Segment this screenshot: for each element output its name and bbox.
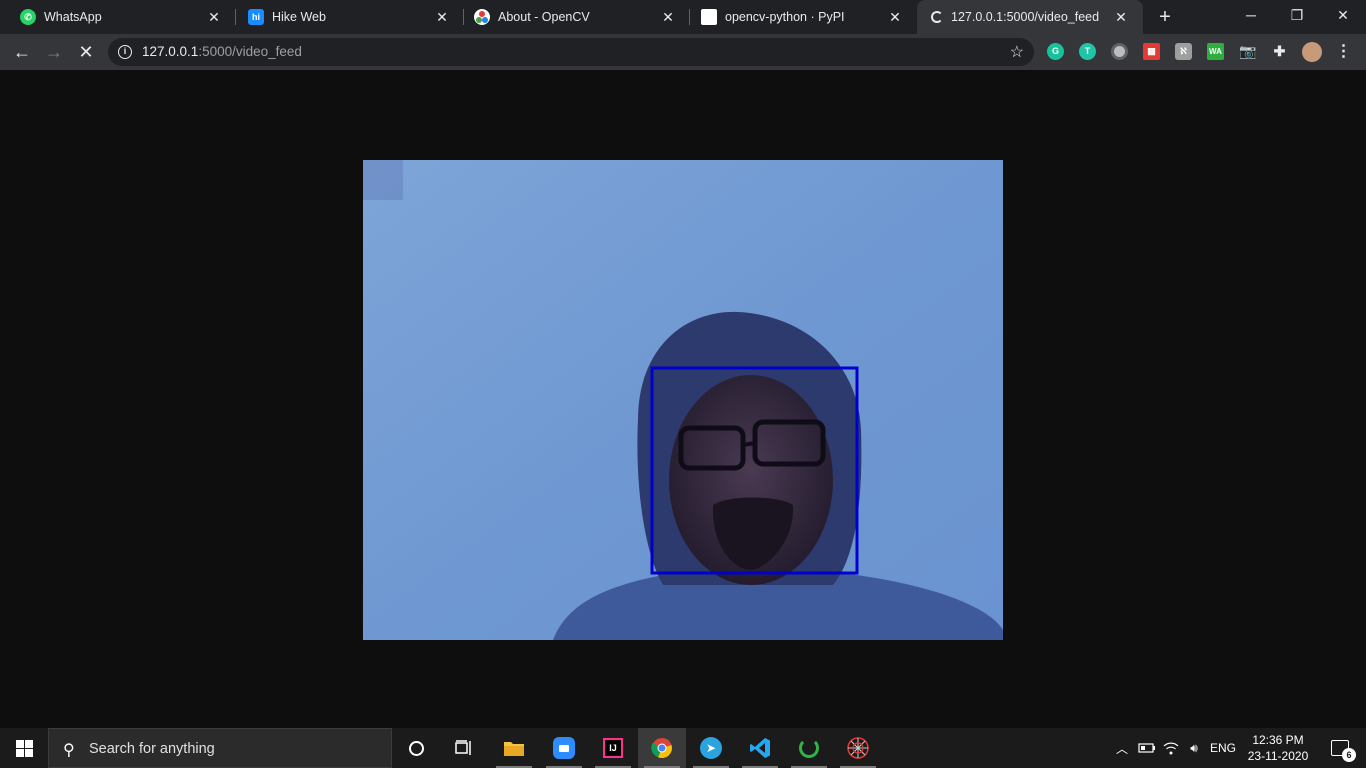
volume-icon[interactable]: 🔊︎	[1184, 728, 1204, 768]
loading-icon	[931, 11, 943, 23]
action-center-icon[interactable]: 6	[1320, 728, 1360, 768]
new-tab-button[interactable]: +	[1153, 5, 1177, 29]
taskbar-search[interactable]: ⚲ Search for anything	[48, 728, 392, 768]
clock-date: 23-11-2020	[1247, 749, 1309, 763]
tab-strip: ✆ WhatsApp ✕ hi Hike Web ✕ About - OpenC…	[0, 0, 1366, 34]
wifi-icon[interactable]	[1160, 728, 1182, 768]
opencv-icon	[474, 9, 490, 25]
windows-taskbar: ⚲ Search for anything IJ ➤ ︿ 🔊︎ ENG 12:3…	[0, 728, 1366, 768]
search-placeholder: Search for anything	[89, 741, 215, 757]
profile-avatar[interactable]	[1302, 42, 1322, 62]
cortana-icon[interactable]	[392, 728, 440, 768]
close-icon[interactable]: ✕	[434, 9, 450, 25]
clock-time: 12:36 PM	[1252, 733, 1304, 747]
chrome-icon[interactable]	[638, 728, 686, 768]
close-window-button[interactable]: ✕	[1320, 0, 1366, 30]
zoom-icon[interactable]	[540, 728, 588, 768]
forward-button[interactable]: →	[41, 39, 67, 65]
puzzle-icon[interactable]: ✚	[1271, 43, 1288, 60]
url-host: 127.0.0.1	[142, 44, 199, 59]
search-icon: ⚲	[63, 742, 75, 759]
telegram-icon[interactable]: ➤	[687, 728, 735, 768]
tab-video-feed[interactable]: 127.0.0.1:5000/video_feed ✕	[917, 0, 1143, 34]
red-ext-icon[interactable]: ▦	[1143, 43, 1160, 60]
stop-button[interactable]: ✕	[73, 39, 99, 65]
tab-whatsapp[interactable]: ✆ WhatsApp ✕	[0, 0, 236, 34]
tab-title: opencv-python · PyPI	[725, 10, 845, 24]
close-icon[interactable]: ✕	[1113, 9, 1129, 25]
info-icon[interactable]: i	[118, 45, 132, 59]
close-icon[interactable]: ✕	[206, 9, 222, 25]
start-button[interactable]	[0, 728, 48, 768]
wa-ext-icon[interactable]: WA	[1207, 43, 1224, 60]
close-icon[interactable]: ✕	[660, 9, 676, 25]
hike-icon: hi	[248, 9, 264, 25]
camera-ext-icon[interactable]: 📷	[1239, 43, 1256, 60]
gray-ext-icon[interactable]: ℵ	[1175, 43, 1192, 60]
url-path: :5000/video_feed	[198, 44, 302, 59]
video-feed	[363, 160, 1003, 640]
webcam-frame	[363, 160, 1003, 640]
spinner-app-icon[interactable]	[785, 728, 833, 768]
grammarly-icon[interactable]: G	[1047, 43, 1064, 60]
back-button[interactable]: ←	[9, 39, 35, 65]
tabnine-icon[interactable]: T	[1079, 43, 1096, 60]
pypi-icon	[701, 9, 717, 25]
tab-opencv[interactable]: About - OpenCV ✕	[454, 0, 690, 34]
language-indicator[interactable]: ENG	[1208, 728, 1238, 768]
tab-title: 127.0.0.1:5000/video_feed	[951, 10, 1100, 24]
system-clock[interactable]: 12:36 PM 23-11-2020	[1240, 732, 1316, 764]
tab-title: Hike Web	[272, 10, 326, 24]
more-icon[interactable]: ⋮	[1335, 43, 1352, 60]
tray-chevron-icon[interactable]: ︿	[1112, 728, 1132, 768]
close-icon[interactable]: ✕	[887, 9, 903, 25]
windows-logo-icon	[15, 739, 33, 757]
tab-title: About - OpenCV	[498, 10, 590, 24]
file-explorer-icon[interactable]	[490, 728, 538, 768]
tab-title: WhatsApp	[44, 10, 102, 24]
minimize-button[interactable]: ─	[1228, 0, 1274, 30]
spider-app-icon[interactable]	[834, 728, 882, 768]
battery-icon[interactable]	[1136, 728, 1158, 768]
url-text: 127.0.0.1:5000/video_feed	[142, 44, 302, 59]
circle-ext-icon[interactable]	[1111, 43, 1128, 60]
tab-hike[interactable]: hi Hike Web ✕	[228, 0, 464, 34]
vscode-icon[interactable]	[736, 728, 784, 768]
whatsapp-icon: ✆	[20, 9, 36, 25]
intellij-icon[interactable]: IJ	[589, 728, 637, 768]
address-bar[interactable]: i 127.0.0.1:5000/video_feed ☆	[108, 38, 1034, 66]
restore-button[interactable]: ❐	[1274, 0, 1320, 30]
bookmark-star-icon[interactable]: ☆	[1010, 42, 1024, 62]
tab-pypi[interactable]: opencv-python · PyPI ✕	[681, 0, 917, 34]
task-view-icon[interactable]	[440, 728, 488, 768]
notification-count-badge: 6	[1342, 748, 1356, 762]
